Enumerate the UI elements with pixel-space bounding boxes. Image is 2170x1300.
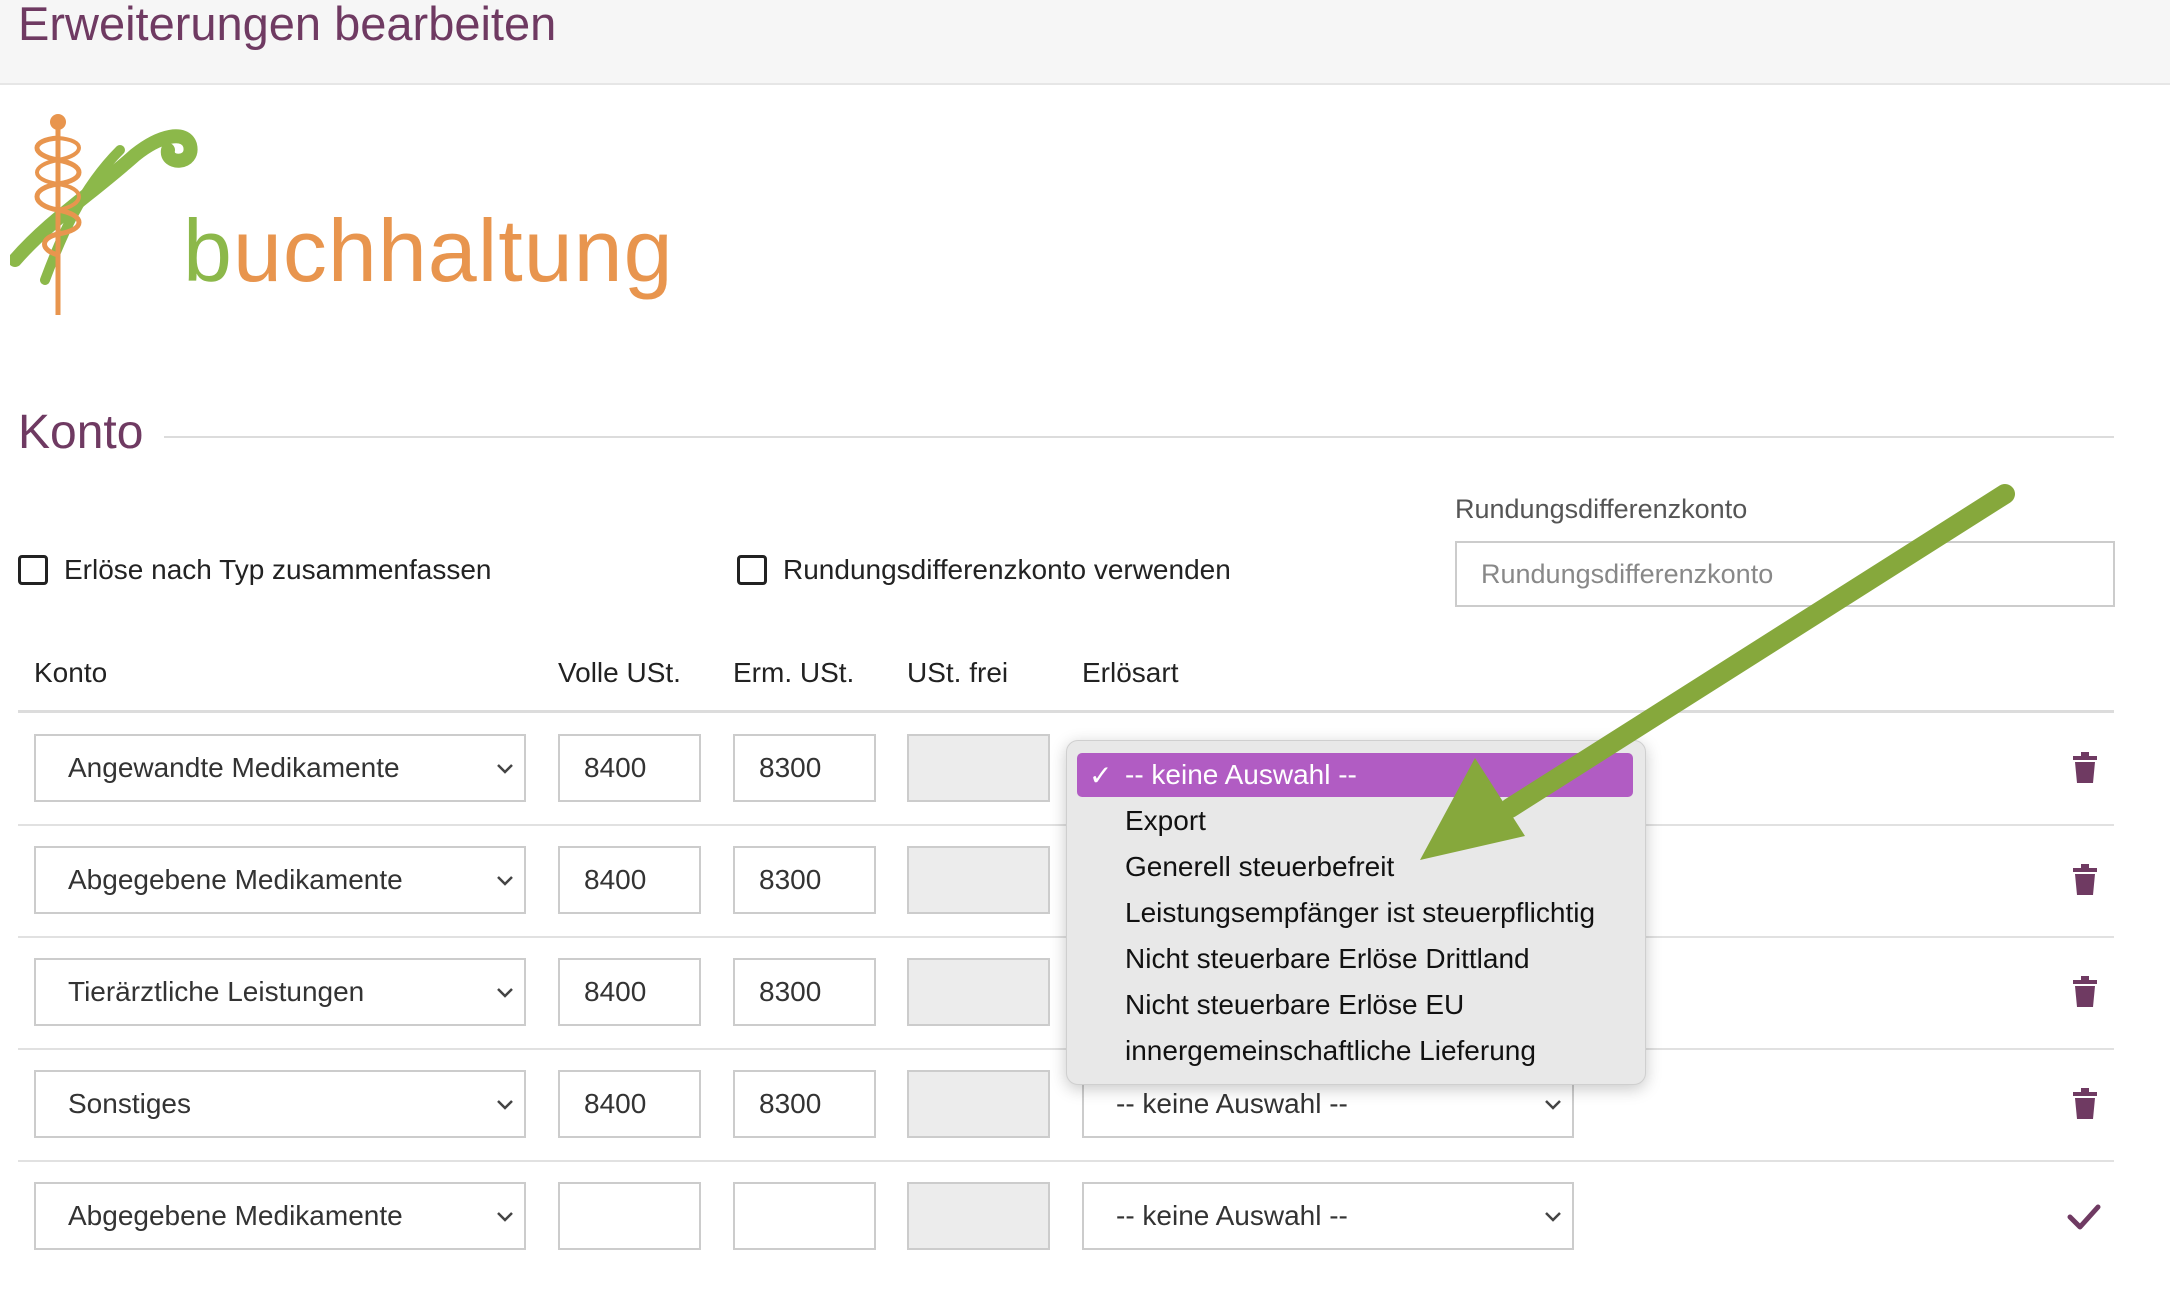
summarize-label: Erlöse nach Typ zusammenfassen [64, 554, 492, 585]
column-header-erm-ust: Erm. USt. [733, 657, 855, 688]
erm-ust-value: 8300 [759, 864, 822, 895]
erm-ust-value: 8300 [759, 976, 822, 1007]
chevron-down-icon [497, 988, 513, 998]
ust-frei-input [907, 734, 1050, 802]
dropdown-option[interactable]: Export [1077, 799, 1633, 843]
checkmark-icon: ✓ [1089, 760, 1113, 791]
konto-select[interactable]: Abgegebene Medikamente [34, 1182, 526, 1250]
column-header-erloesart: Erlösart [1082, 657, 1179, 688]
rounding-option[interactable]: Rundungsdifferenzkonto verwenden [737, 554, 1231, 586]
chevron-down-icon [497, 876, 513, 886]
section-title: Konto [18, 406, 144, 459]
company-logo: buchhaltung [8, 110, 673, 325]
dropdown-option-label: Nicht steuerbare Erlöse Drittland [1125, 943, 1530, 974]
erm-ust-input[interactable]: 8300 [733, 1070, 876, 1138]
summarize-checkbox[interactable] [18, 555, 48, 585]
column-header-volle-ust: Volle USt. [558, 657, 681, 688]
erm-ust-input[interactable]: 8300 [733, 958, 876, 1026]
column-header-ust-frei: USt. frei [907, 657, 1009, 688]
erm-ust-value: 8300 [759, 1088, 822, 1119]
volle-ust-input[interactable] [558, 1182, 701, 1250]
dropdown-option[interactable]: Nicht steuerbare Erlöse EU [1077, 983, 1633, 1027]
caduceus-logo-icon [8, 114, 198, 315]
erloesart-dropdown-menu: ✓ -- keine Auswahl -- Export Generell st… [1066, 740, 1646, 1085]
dropdown-option[interactable]: Generell steuerbefreit [1077, 845, 1633, 889]
chevron-down-icon [1545, 1212, 1561, 1222]
volle-ust-input[interactable]: 8400 [558, 1070, 701, 1138]
volle-ust-value: 8400 [584, 752, 647, 783]
rounding-account-input[interactable] [1455, 541, 2115, 607]
erm-ust-input[interactable]: 8300 [733, 734, 876, 802]
ust-frei-input [907, 846, 1050, 914]
volle-ust-input[interactable]: 8400 [558, 846, 701, 914]
logo-letters-rest: uchhaltung [232, 201, 674, 300]
dropdown-option[interactable]: Nicht steuerbare Erlöse Drittland [1077, 937, 1633, 981]
dropdown-option-label: Generell steuerbefreit [1125, 851, 1395, 882]
dropdown-option[interactable]: Leistungsempfänger ist steuerpflichtig [1077, 891, 1633, 935]
konto-select-value: Sonstiges [68, 1088, 191, 1119]
erloesart-select-value: -- keine Auswahl -- [1116, 1200, 1348, 1231]
ust-frei-input [907, 1182, 1050, 1250]
volle-ust-value: 8400 [584, 1088, 647, 1119]
erloesart-select-value: -- keine Auswahl -- [1116, 1088, 1348, 1119]
dropdown-option-label: innergemeinschaftliche Lieferung [1125, 1035, 1536, 1066]
erm-ust-input[interactable] [733, 1182, 876, 1250]
header-divider [18, 710, 2114, 713]
logo-wordmark: buchhaltung [183, 200, 674, 302]
ust-frei-input [907, 1070, 1050, 1138]
konto-select[interactable]: Tierärztliche Leistungen [34, 958, 526, 1026]
konto-select[interactable]: Abgegebene Medikamente [34, 846, 526, 914]
section-divider [164, 436, 2114, 438]
chevron-down-icon [1545, 1100, 1561, 1110]
trash-icon[interactable] [2072, 976, 2098, 1008]
dropdown-option-label: -- keine Auswahl -- [1125, 759, 1357, 790]
chevron-down-icon [497, 1212, 513, 1222]
chevron-down-icon [497, 1100, 513, 1110]
rounding-label: Rundungsdifferenzkonto verwenden [783, 554, 1231, 585]
dropdown-option-label: Nicht steuerbare Erlöse EU [1125, 989, 1465, 1020]
rounding-checkbox[interactable] [737, 555, 767, 585]
chevron-down-icon [497, 764, 513, 774]
konto-select-value: Tierärztliche Leistungen [68, 976, 365, 1007]
erm-ust-input[interactable]: 8300 [733, 846, 876, 914]
dropdown-option-selected[interactable]: ✓ -- keine Auswahl -- [1077, 753, 1633, 797]
table-row-new: Abgegebene Medikamente -- keine Auswahl … [18, 1162, 2114, 1274]
volle-ust-input[interactable]: 8400 [558, 734, 701, 802]
ust-frei-input [907, 958, 1050, 1026]
konto-select-value: Abgegebene Medikamente [68, 1200, 403, 1231]
trash-icon[interactable] [2072, 864, 2098, 896]
summarize-option[interactable]: Erlöse nach Typ zusammenfassen [18, 554, 491, 586]
konto-select-value: Abgegebene Medikamente [68, 864, 403, 895]
konto-select[interactable]: Angewandte Medikamente [34, 734, 526, 802]
konto-select-value: Angewandte Medikamente [68, 752, 400, 783]
trash-icon[interactable] [2072, 752, 2098, 784]
dropdown-option-label: Leistungsempfänger ist steuerpflichtig [1125, 897, 1596, 928]
rounding-account-label: Rundungsdifferenzkonto [1455, 494, 1748, 524]
konto-select[interactable]: Sonstiges [34, 1070, 526, 1138]
dropdown-option[interactable]: innergemeinschaftliche Lieferung [1077, 1029, 1633, 1073]
column-header-konto: Konto [34, 657, 108, 688]
title-bar: Erweiterungen bearbeiten [0, 0, 2170, 85]
erloesart-select[interactable]: -- keine Auswahl -- [1082, 1182, 1574, 1250]
trash-icon[interactable] [2072, 1088, 2098, 1120]
logo-letter-b: b [183, 201, 233, 300]
dropdown-option-label: Export [1125, 805, 1206, 836]
volle-ust-value: 8400 [584, 864, 647, 895]
page-title: Erweiterungen bearbeiten [18, 0, 557, 50]
volle-ust-value: 8400 [584, 976, 647, 1007]
erm-ust-value: 8300 [759, 752, 822, 783]
volle-ust-input[interactable]: 8400 [558, 958, 701, 1026]
confirm-check-icon[interactable] [2066, 1202, 2102, 1232]
